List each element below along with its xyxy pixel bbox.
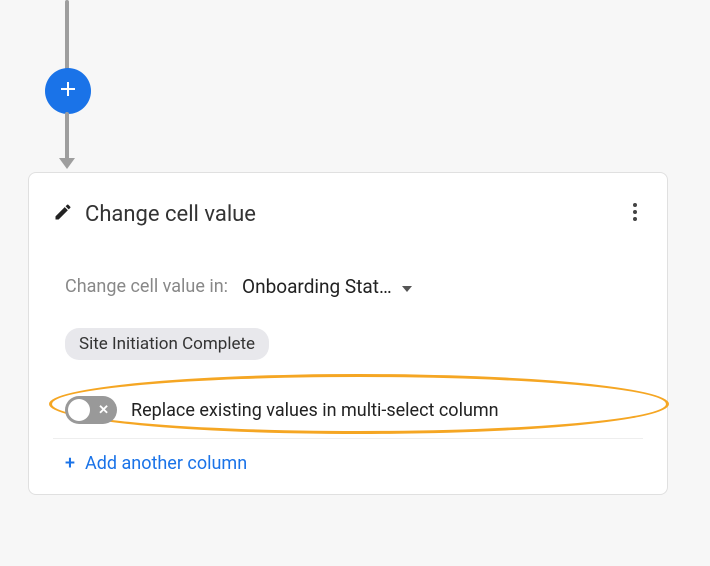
card-title: Change cell value [85,202,256,227]
add-column-label: Add another column [85,453,247,474]
field-row: Change cell value in: Onboarding Stat… [53,275,643,298]
card-header: Change cell value [53,197,643,231]
connector-line-top [65,0,69,75]
dropdown-selected-text: Onboarding Stat… [242,275,392,298]
toggle-knob [68,399,90,421]
add-another-column-button[interactable]: + Add another column [53,453,643,474]
more-menu-button[interactable] [627,197,643,231]
replace-values-toggle[interactable]: ✕ [65,396,117,424]
chevron-down-icon [402,277,412,296]
chip-row: Site Initiation Complete [53,328,643,360]
card-title-wrap: Change cell value [53,202,256,227]
x-icon: ✕ [98,404,109,417]
plus-icon: + [65,453,75,474]
action-card: Change cell value Change cell value in: … [28,172,668,495]
value-chip[interactable]: Site Initiation Complete [65,328,269,360]
pencil-icon [53,202,73,226]
toggle-label: Replace existing values in multi-select … [131,400,499,421]
connector-line-bottom [65,112,69,162]
toggle-row: ✕ Replace existing values in multi-selec… [65,396,631,424]
add-node-button[interactable] [45,68,91,114]
toggle-container: ✕ Replace existing values in multi-selec… [53,384,643,439]
field-label: Change cell value in: [65,276,228,297]
plus-icon [60,81,76,101]
more-vertical-icon [633,203,637,225]
column-dropdown[interactable]: Onboarding Stat… [242,275,412,298]
